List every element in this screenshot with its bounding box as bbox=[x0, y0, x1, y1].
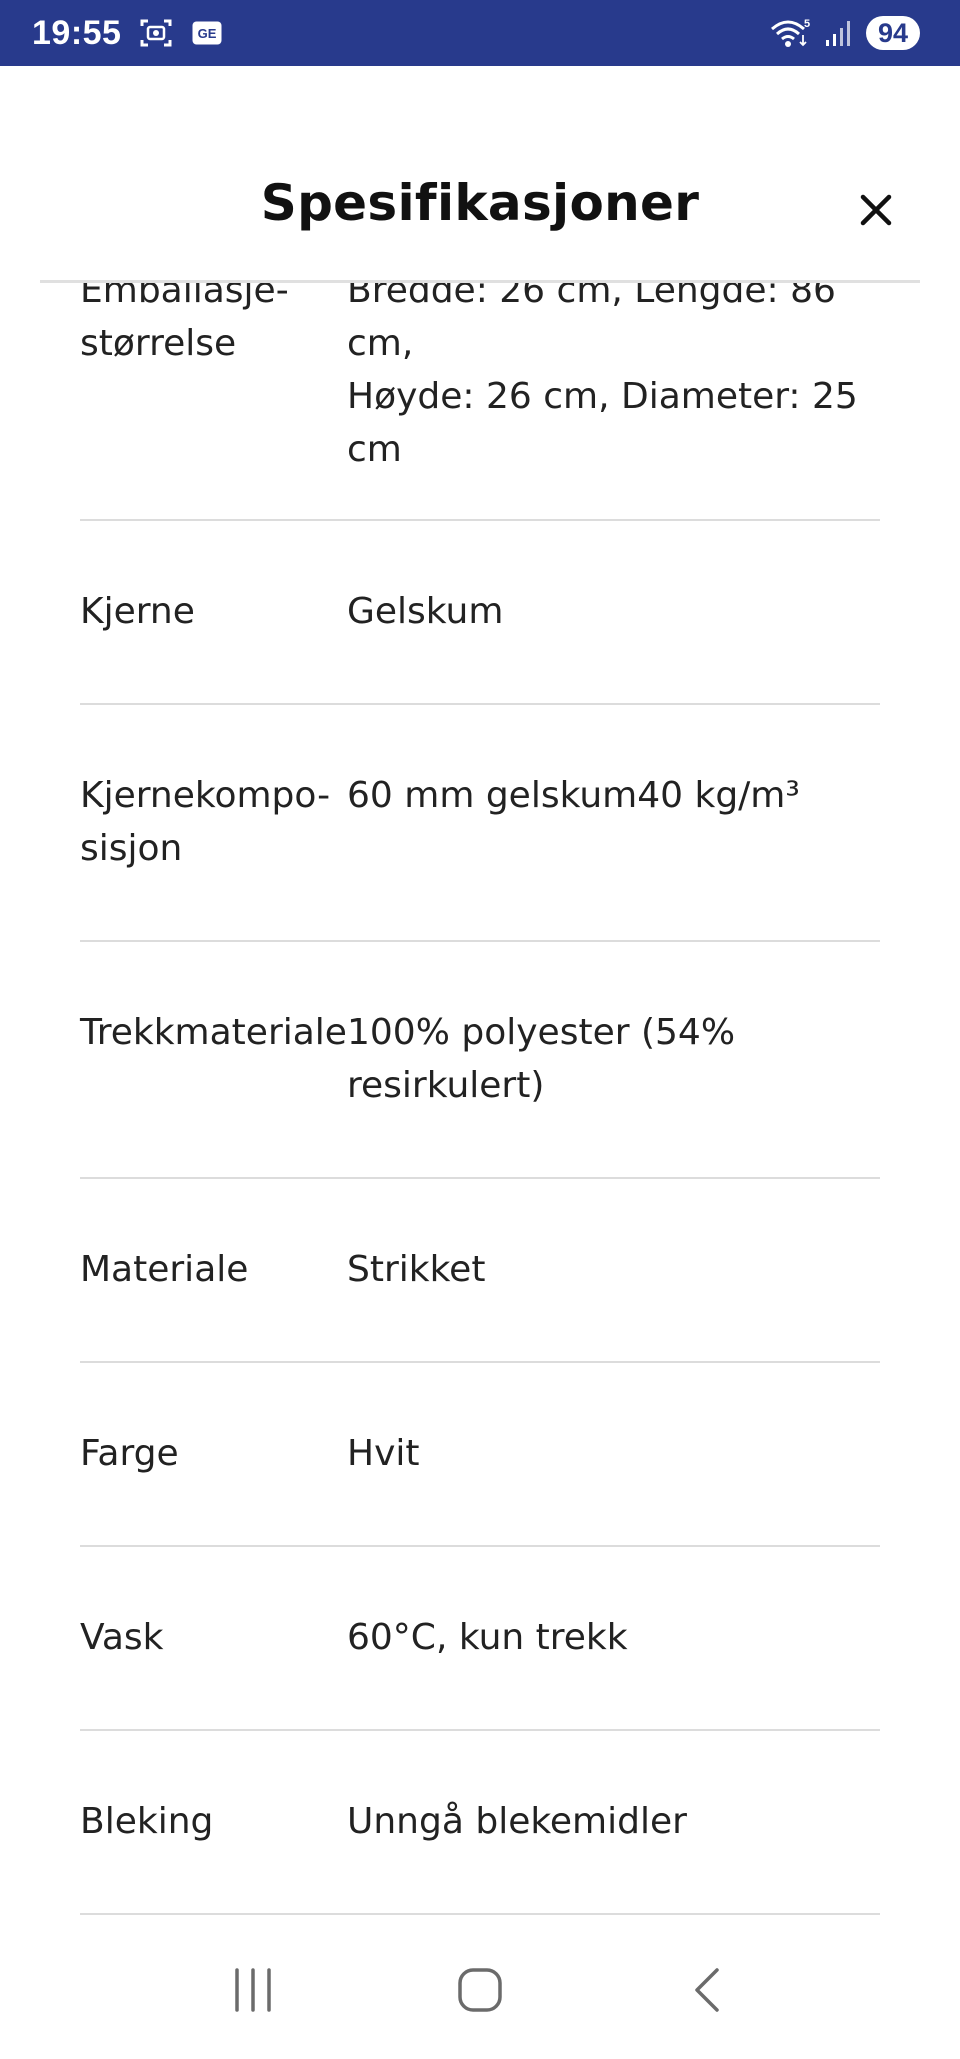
spec-label: Materiale bbox=[80, 1249, 249, 1290]
screenshot-icon bbox=[139, 17, 173, 49]
spec-value: Bredde: 26 cm, Lengde: 86 cm, Høyde: 26 … bbox=[347, 283, 858, 470]
spec-label: Emballasje- størrelse bbox=[80, 283, 289, 364]
spec-value: Unngå blekemidler bbox=[347, 1801, 687, 1842]
nav-bar bbox=[0, 1920, 960, 2059]
spec-value: 100% polyester (54% resirkulert) bbox=[347, 1012, 736, 1106]
spec-row: Farge Hvit bbox=[80, 1363, 880, 1547]
spec-value: Strikket bbox=[347, 1249, 486, 1290]
spec-label: Bleking bbox=[80, 1801, 214, 1842]
spec-row: Kjerne Gelskum bbox=[80, 521, 880, 705]
battery-indicator: 94 bbox=[866, 16, 920, 50]
status-right: 5 94 bbox=[770, 16, 920, 50]
spec-value: Hvit bbox=[347, 1433, 420, 1474]
ge-icon: GE bbox=[191, 20, 223, 46]
back-button[interactable] bbox=[662, 1945, 752, 2035]
svg-text:GE: GE bbox=[198, 26, 217, 41]
spec-value: 60°C, kun trekk bbox=[347, 1617, 628, 1658]
spec-row: Bleking Unngå blekemidler bbox=[80, 1731, 880, 1915]
spec-row: Materiale Strikket bbox=[80, 1179, 880, 1363]
spec-row: Vask 60°C, kun trekk bbox=[80, 1547, 880, 1731]
spec-row: Trekkmateriale 100% polyester (54% resir… bbox=[80, 942, 880, 1179]
back-icon bbox=[694, 1967, 719, 2012]
svg-text:5: 5 bbox=[804, 18, 810, 30]
status-time: 19:55 bbox=[32, 13, 122, 52]
spec-row: Emballasje- størrelse Bredde: 26 cm, Len… bbox=[80, 283, 880, 521]
spec-label: Farge bbox=[80, 1433, 179, 1474]
spec-label: Trekkmateriale bbox=[80, 1012, 347, 1053]
spec-label: Kjernekompo- sisjon bbox=[80, 775, 331, 869]
spec-label: Kjerne bbox=[80, 591, 195, 632]
wifi-icon: 5 bbox=[770, 17, 810, 49]
page-title: Spesifikasjoner bbox=[260, 174, 700, 232]
status-bar: 19:55 GE 5 94 bbox=[0, 0, 960, 66]
close-icon bbox=[860, 194, 892, 226]
close-button[interactable] bbox=[852, 186, 900, 234]
home-button[interactable] bbox=[435, 1945, 525, 2035]
spec-list[interactable]: Emballasje- størrelse Bredde: 26 cm, Len… bbox=[0, 283, 960, 1920]
recent-apps-button[interactable] bbox=[208, 1945, 298, 2035]
home-icon bbox=[458, 1967, 502, 2012]
spec-value: 60 mm gelskum40 kg/m³ bbox=[347, 775, 800, 816]
signal-icon bbox=[824, 18, 852, 48]
spec-label: Vask bbox=[80, 1617, 164, 1658]
recent-apps-icon bbox=[235, 1967, 272, 2012]
spec-value: Gelskum bbox=[347, 591, 504, 632]
spec-row: Kjernekompo- sisjon 60 mm gelskum40 kg/m… bbox=[80, 705, 880, 942]
status-left: 19:55 GE bbox=[32, 14, 223, 53]
